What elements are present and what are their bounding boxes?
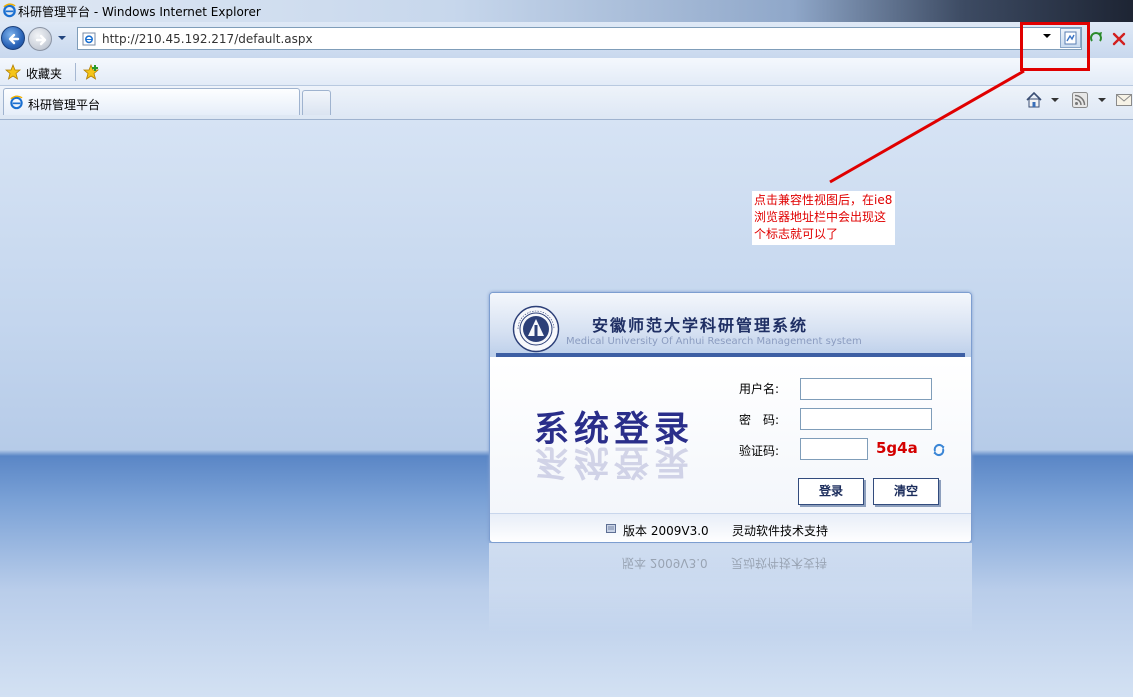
annotation-highlight-box	[1020, 22, 1090, 71]
tab-bar: 科研管理平台	[0, 86, 1133, 120]
clear-button[interactable]: 清空	[873, 478, 939, 505]
support-text: 灵动软件技术支持	[732, 524, 829, 538]
university-seal-logo	[512, 305, 560, 353]
window-title-bar: 科研管理平台 - Windows Internet Explorer	[0, 0, 1133, 22]
arrow-left-icon	[8, 33, 20, 45]
username-input[interactable]	[800, 378, 932, 400]
login-form: 系统登录 系统登录 用户名: 密 码: 验证码: 5g4a 登录 清空	[490, 361, 971, 513]
ie-logo-icon	[3, 3, 16, 18]
ie-page-icon	[10, 95, 23, 110]
forward-button[interactable]	[28, 27, 52, 51]
home-icon[interactable]	[1025, 91, 1043, 109]
login-heading-reflection: 系统登录	[534, 441, 695, 482]
password-input[interactable]	[800, 408, 932, 430]
captcha-label: 验证码:	[739, 444, 780, 458]
favorites-separator	[75, 63, 76, 81]
login-button[interactable]: 登录	[798, 478, 864, 505]
recent-pages-dropdown-icon[interactable]	[55, 32, 69, 44]
login-panel: 安徽师范大学科研管理系统 Medical University Of Anhui…	[489, 292, 972, 543]
system-subtitle: Medical University Of Anhui Research Man…	[566, 336, 862, 347]
arrow-right-icon	[35, 34, 47, 46]
header-accent-strip	[496, 353, 965, 357]
captcha-input[interactable]	[800, 438, 868, 460]
tab-active[interactable]: 科研管理平台	[3, 88, 300, 115]
support-text-reflection: 灵动软件技术支持	[731, 556, 828, 570]
version-icon	[606, 524, 616, 533]
rss-feed-icon[interactable]	[1072, 92, 1088, 108]
url-text: http://210.45.192.217/default.aspx	[102, 32, 313, 46]
navigation-bar: http://210.45.192.217/default.aspx	[0, 22, 1133, 58]
username-label: 用户名:	[739, 382, 780, 396]
address-bar[interactable]: http://210.45.192.217/default.aspx	[77, 27, 1082, 50]
mail-icon[interactable]	[1116, 93, 1132, 107]
favorites-label[interactable]: 收藏夹	[26, 65, 62, 82]
login-header: 安徽师范大学科研管理系统 Medical University Of Anhui…	[490, 293, 971, 357]
home-dropdown-icon[interactable]	[1050, 96, 1060, 104]
version-text-reflection: 版本 2009V3.0	[622, 556, 708, 570]
window-title: 科研管理平台 - Windows Internet Explorer	[18, 5, 261, 19]
favorites-bar: 收藏夹	[0, 58, 1133, 86]
annotation-note: 点击兼容性视图后，在ie8浏览器地址栏中会出现这个标志就可以了	[752, 191, 895, 245]
version-text: 版本 2009V3.0	[623, 524, 709, 538]
add-to-favorites-icon[interactable]	[82, 63, 100, 81]
stop-icon[interactable]	[1110, 28, 1128, 48]
new-tab-button[interactable]	[302, 90, 331, 115]
system-title: 安徽师范大学科研管理系统	[592, 316, 809, 335]
tab-label: 科研管理平台	[28, 98, 101, 112]
feed-dropdown-icon[interactable]	[1097, 96, 1107, 104]
favorites-star-icon[interactable]	[5, 64, 21, 80]
page-icon	[82, 32, 96, 46]
login-footer: 版本 2009V3.0 灵动软件技术支持	[490, 513, 971, 542]
password-label: 密 码:	[739, 413, 780, 427]
captcha-refresh-icon[interactable]	[932, 443, 946, 457]
captcha-image[interactable]: 5g4a	[876, 439, 918, 457]
panel-reflection: 版本 2009V3.0 灵动软件技术支持	[489, 543, 972, 633]
back-button[interactable]	[1, 26, 25, 50]
